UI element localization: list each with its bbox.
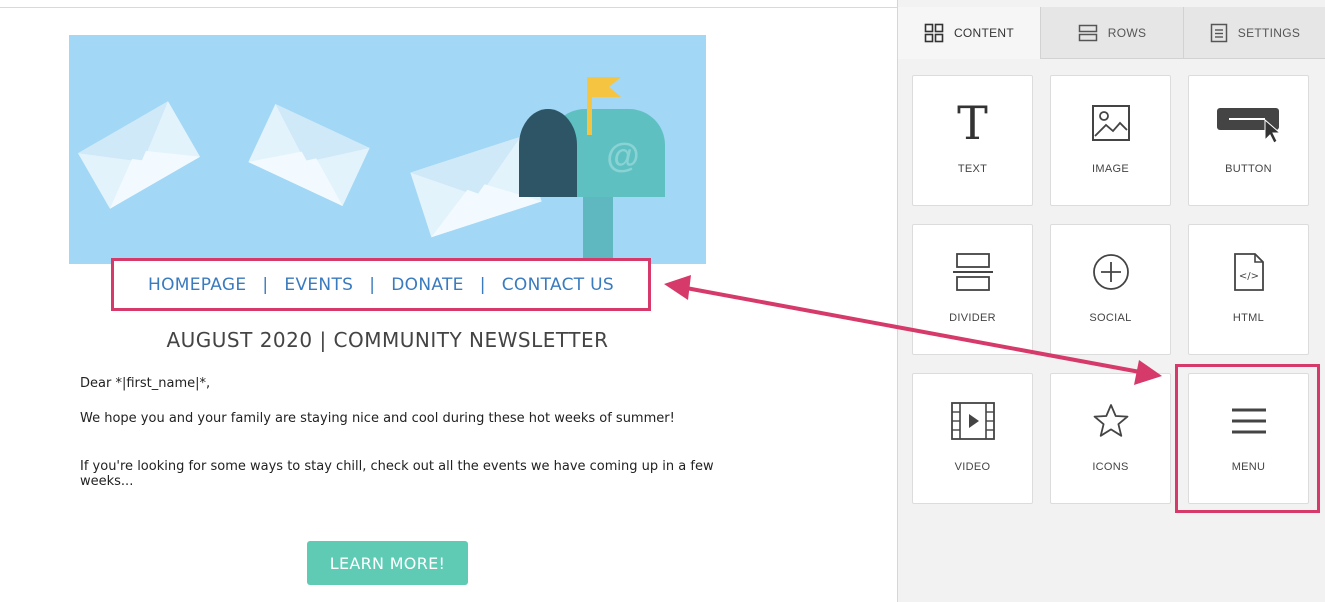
menu-link-donate[interactable]: DONATE	[391, 275, 463, 295]
video-icon	[950, 402, 995, 440]
menu-separator: |	[262, 274, 269, 295]
html-icon: </>	[1233, 253, 1264, 291]
image-icon	[1091, 105, 1130, 141]
block-label: VIDEO	[954, 461, 991, 473]
block-button[interactable]: BUTTON	[1188, 75, 1309, 206]
text-icon-glyph: T	[957, 96, 988, 150]
block-social[interactable]: SOCIAL	[1050, 224, 1171, 355]
menu-link-events[interactable]: EVENTS	[284, 275, 353, 295]
tab-content[interactable]: CONTENT	[898, 7, 1040, 59]
block-html[interactable]: </> HTML	[1188, 224, 1309, 355]
block-label: SOCIAL	[1089, 312, 1132, 324]
menu-separator: |	[369, 274, 376, 295]
greeting-text: Dear *|first_name|*,	[80, 376, 211, 391]
header-banner-image[interactable]: @	[69, 35, 706, 264]
block-label: ICONS	[1092, 461, 1129, 473]
block-label: DIVIDER	[949, 312, 996, 324]
tab-content-label: CONTENT	[953, 26, 1015, 40]
block-divider[interactable]: DIVIDER	[912, 224, 1033, 355]
menu-link-homepage[interactable]: HOMEPAGE	[148, 275, 246, 295]
block-label: TEXT	[957, 163, 988, 175]
block-video[interactable]: VIDEO	[912, 373, 1033, 504]
grid-icon	[924, 23, 944, 43]
button-icon	[1216, 108, 1281, 144]
block-label: HTML	[1232, 312, 1265, 324]
social-icon	[1092, 254, 1129, 290]
body-paragraph-1: We hope you and your family are staying …	[80, 411, 675, 426]
newsletter-menu-block[interactable]: HOMEPAGE | EVENTS | DONATE | CONTACT US	[111, 258, 651, 311]
settings-doc-icon	[1210, 23, 1228, 42]
tab-rows[interactable]: ROWS	[1040, 7, 1183, 59]
tab-settings-label: SETTINGS	[1237, 25, 1301, 40]
tab-rows-label: ROWS	[1107, 25, 1147, 40]
text-icon: T	[913, 98, 1032, 148]
html-icon-glyph: </>	[1238, 271, 1258, 282]
block-label: BUTTON	[1225, 163, 1272, 175]
menu-link-contact-us[interactable]: CONTACT US	[502, 275, 614, 295]
learn-more-button[interactable]: LEARN MORE!	[307, 541, 468, 585]
mailbox-illustration: @	[69, 35, 706, 264]
body-paragraph-2: If you're looking for some ways to stay …	[80, 459, 714, 489]
star-icon	[1093, 404, 1128, 437]
panel-tabs: CONTENT ROWS SETTINGS	[898, 7, 1325, 59]
newsletter-menu: HOMEPAGE | EVENTS | DONATE | CONTACT US	[114, 261, 648, 308]
mailbox-at-text: @	[606, 137, 639, 175]
block-text[interactable]: T TEXT	[912, 75, 1033, 206]
tab-settings[interactable]: SETTINGS	[1183, 7, 1325, 59]
newsletter-title: AUGUST 2020 | COMMUNITY NEWSLETTER	[166, 328, 609, 352]
divider-icon	[952, 253, 993, 291]
block-image[interactable]: IMAGE	[1050, 75, 1171, 206]
block-icons[interactable]: ICONS	[1050, 373, 1171, 504]
menu-block-highlight	[1175, 364, 1320, 513]
rows-icon	[1078, 24, 1097, 41]
menu-separator: |	[479, 274, 486, 295]
block-label: IMAGE	[1092, 163, 1129, 175]
